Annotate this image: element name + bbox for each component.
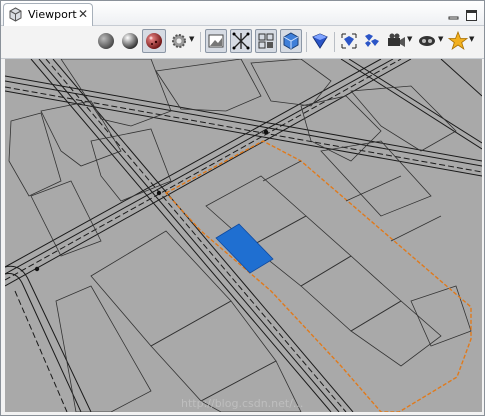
grid-toggle-icon[interactable]	[255, 29, 277, 53]
close-icon[interactable]: ✕	[78, 6, 88, 22]
bookmark-icon[interactable]	[362, 29, 382, 53]
toolbar-separator	[334, 32, 335, 52]
toolbar-separator	[200, 32, 201, 52]
chevron-down-icon[interactable]: ▼	[189, 35, 194, 43]
edges-toggle-icon[interactable]	[230, 29, 252, 53]
tab-viewport[interactable]: Viewport ✕	[3, 3, 93, 26]
cube-toggle-icon[interactable]	[280, 29, 302, 53]
viewport-toolbar: ▼ ▼ ▼ ▼	[1, 26, 484, 59]
camera-icon[interactable]	[386, 29, 406, 53]
favorite-star-icon[interactable]	[448, 29, 468, 53]
toolbar-separator	[306, 32, 307, 52]
chevron-down-icon[interactable]: ▼	[438, 35, 443, 43]
shading-shiny-sphere-icon[interactable]	[120, 29, 140, 53]
wireframe-toggle-icon[interactable]	[205, 29, 227, 53]
watermark-text: http://blog.csdn.net/...	[181, 397, 303, 410]
minimize-icon[interactable]	[448, 6, 459, 20]
city-layout-scene: http://blog.csdn.net/...	[5, 59, 482, 412]
navigation-icon[interactable]	[417, 29, 437, 53]
3d-viewport-canvas[interactable]: http://blog.csdn.net/...	[5, 59, 482, 412]
selection-mode-icon[interactable]	[310, 29, 330, 53]
shading-gray-sphere-icon[interactable]	[96, 29, 116, 53]
lighting-gear-icon[interactable]	[169, 29, 189, 53]
tab-title: Viewport	[28, 8, 77, 21]
title-bar: Viewport ✕	[1, 1, 484, 26]
viewport-window: Viewport ✕ ▼ ▼ ▼ ▼ http://blog.csdn.net/…	[0, 0, 485, 416]
chevron-down-icon[interactable]: ▼	[469, 35, 474, 43]
cube-icon	[8, 7, 23, 26]
maximize-icon[interactable]	[466, 6, 477, 21]
frame-selection-icon[interactable]	[339, 29, 359, 53]
shading-textured-sphere-icon[interactable]	[142, 29, 166, 53]
chevron-down-icon[interactable]: ▼	[407, 35, 412, 43]
